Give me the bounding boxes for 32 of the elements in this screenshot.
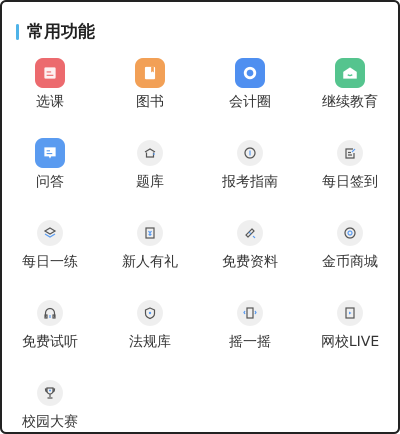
document-icon[interactable] — [35, 58, 65, 88]
gift-card-icon[interactable] — [137, 220, 163, 246]
trophy-icon[interactable] — [37, 380, 63, 406]
layers-icon[interactable] — [37, 220, 63, 246]
feature-label[interactable]: 校园大赛 — [22, 413, 78, 431]
edit-document-icon[interactable] — [337, 140, 363, 166]
feature-label[interactable]: 每日签到 — [322, 173, 378, 191]
video-screen-icon[interactable] — [337, 300, 363, 326]
feature-label[interactable]: 新人有礼 — [122, 253, 178, 271]
feature-label[interactable]: 免费资料 — [222, 253, 278, 271]
feature-label[interactable]: 继续教育 — [322, 93, 378, 111]
target-icon[interactable] — [337, 220, 363, 246]
feature-label[interactable]: 报考指南 — [222, 173, 278, 191]
feature-label[interactable]: 题库 — [136, 173, 164, 191]
feature-label[interactable]: 每日一练 — [22, 253, 78, 271]
shaking-phone-icon[interactable] — [237, 300, 263, 326]
headphones-icon[interactable] — [37, 300, 63, 326]
shield-icon[interactable] — [137, 300, 163, 326]
chat-bubble-icon[interactable] — [35, 138, 65, 168]
feature-label[interactable]: 网校LIVE — [320, 333, 380, 351]
bandage-icon[interactable] — [237, 220, 263, 246]
feature-label[interactable]: 图书 — [136, 93, 164, 111]
ring-icon[interactable] — [235, 58, 265, 88]
feature-label[interactable]: 会计圈 — [229, 93, 271, 111]
feature-label[interactable]: 免费试听 — [22, 333, 78, 351]
feature-label[interactable]: 摇一摇 — [229, 333, 271, 351]
feature-label[interactable]: 金币商城 — [322, 253, 378, 271]
section-title: 常用功能 — [27, 21, 95, 43]
title-accent-bar — [16, 24, 19, 40]
feature-label[interactable]: 问答 — [36, 173, 64, 191]
feature-label[interactable]: 法规库 — [129, 333, 171, 351]
feature-label[interactable]: 选课 — [36, 93, 64, 111]
